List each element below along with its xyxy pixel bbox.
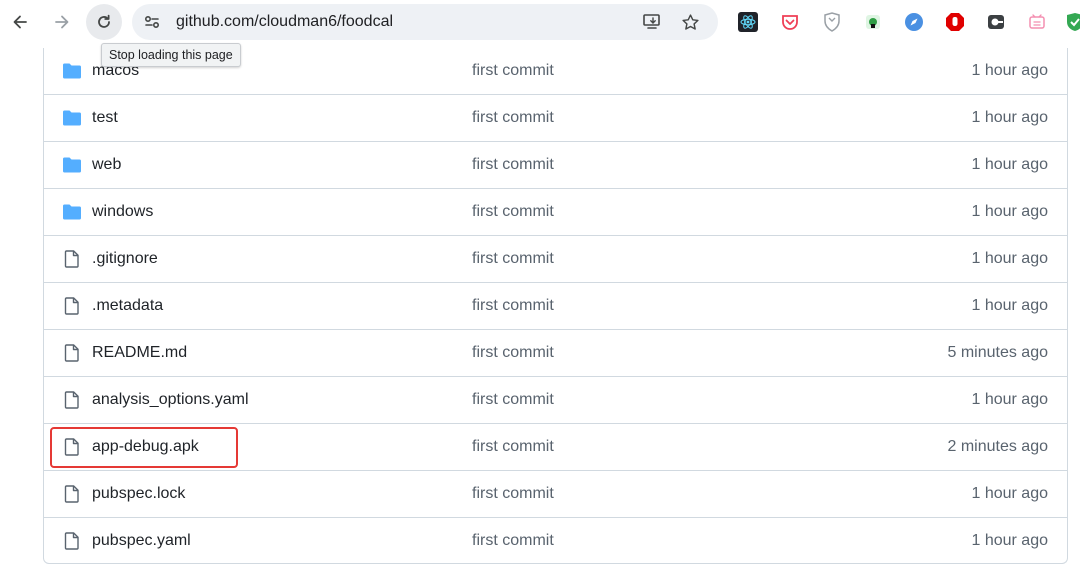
url-text[interactable]: github.com/cloudman6/foodcal xyxy=(176,13,393,31)
back-button[interactable] xyxy=(6,8,34,36)
file-name-link[interactable]: test xyxy=(92,109,118,127)
file-row[interactable]: .gitignore first commit 1 hour ago xyxy=(44,236,1067,283)
file-row[interactable]: pubspec.yaml first commit 1 hour ago xyxy=(44,518,1067,565)
file-icon xyxy=(64,391,79,409)
commit-age: 2 minutes ago xyxy=(947,438,1048,455)
file-icon xyxy=(64,344,79,362)
commit-age: 1 hour ago xyxy=(971,156,1048,173)
green-puzzle-icon[interactable] xyxy=(862,11,884,33)
file-icon xyxy=(64,250,79,268)
file-name-link[interactable]: pubspec.yaml xyxy=(92,532,191,550)
file-name-link[interactable]: README.md xyxy=(92,344,187,362)
commit-age: 5 minutes ago xyxy=(947,344,1048,361)
commit-message-link[interactable]: first commit xyxy=(472,485,554,503)
folder-icon xyxy=(63,204,81,220)
file-row[interactable]: analysis_options.yaml first commit 1 hour … xyxy=(44,377,1067,424)
react-devtools-icon[interactable] xyxy=(737,11,759,33)
address-bar[interactable]: github.com/cloudman6/foodcal xyxy=(132,4,718,40)
reload-icon xyxy=(98,14,110,28)
pocket-icon[interactable] xyxy=(779,11,801,33)
file-name-link[interactable]: web xyxy=(92,156,121,174)
shield-extension-icon[interactable] xyxy=(821,11,843,33)
green-check-icon[interactable] xyxy=(1064,11,1080,33)
file-list: macos first commit 1 hour ago test first com… xyxy=(43,48,1068,564)
pink-extension-icon[interactable] xyxy=(1026,11,1048,33)
file-name-link[interactable]: analysis_options.yaml xyxy=(92,391,249,409)
commit-age: 1 hour ago xyxy=(971,485,1048,502)
tune-icon xyxy=(144,15,160,29)
folder-icon xyxy=(63,157,81,173)
forward-button[interactable] xyxy=(48,8,76,36)
commit-message-link[interactable]: first commit xyxy=(472,297,554,315)
file-name-link[interactable]: windows xyxy=(92,203,153,221)
gray-extension-icon[interactable] xyxy=(985,11,1007,33)
file-icon xyxy=(64,485,79,503)
monitor-install-icon xyxy=(643,14,660,29)
stop-loading-tooltip: Stop loading this page xyxy=(101,43,241,67)
commit-message-link[interactable]: first commit xyxy=(472,250,554,268)
forward-arrow-icon xyxy=(55,15,69,29)
file-icon xyxy=(64,532,79,550)
back-arrow-icon xyxy=(13,15,27,29)
commit-age: 1 hour ago xyxy=(971,532,1048,549)
commit-age: 1 hour ago xyxy=(971,391,1048,408)
file-name-link[interactable]: .metadata xyxy=(92,297,163,315)
site-info-button[interactable] xyxy=(142,12,162,32)
bookmark-button[interactable] xyxy=(680,12,700,32)
commit-age: 1 hour ago xyxy=(971,62,1048,79)
commit-message-link[interactable]: first commit xyxy=(472,344,554,362)
highlight-box xyxy=(50,427,238,468)
file-row[interactable]: web first commit 1 hour ago xyxy=(44,142,1067,189)
compass-icon[interactable] xyxy=(903,11,925,33)
star-icon xyxy=(681,13,699,30)
folder-icon xyxy=(63,63,81,79)
commit-message-link[interactable]: first commit xyxy=(472,156,554,174)
file-icon xyxy=(64,297,79,315)
file-row[interactable]: pubspec.lock first commit 1 hour ago xyxy=(44,471,1067,518)
commit-message-link[interactable]: first commit xyxy=(472,62,554,80)
file-name-link[interactable]: .gitignore xyxy=(92,250,158,268)
commit-message-link[interactable]: first commit xyxy=(472,438,554,456)
file-row[interactable]: test first commit 1 hour ago xyxy=(44,95,1067,142)
file-row[interactable]: .metadata first commit 1 hour ago xyxy=(44,283,1067,330)
reload-button[interactable] xyxy=(86,4,122,40)
file-row[interactable]: README.md first commit 5 minutes ago xyxy=(44,330,1067,377)
folder-icon xyxy=(63,110,81,126)
commit-age: 1 hour ago xyxy=(971,203,1048,220)
file-row[interactable]: windows first commit 1 hour ago xyxy=(44,189,1067,236)
browser-toolbar: github.com/cloudman6/foodcal xyxy=(0,0,1080,44)
file-name-link[interactable]: pubspec.lock xyxy=(92,485,185,503)
commit-message-link[interactable]: first commit xyxy=(472,109,554,127)
stop-hand-icon[interactable] xyxy=(944,11,966,33)
install-app-button[interactable] xyxy=(642,12,662,32)
commit-message-link[interactable]: first commit xyxy=(472,391,554,409)
commit-age: 1 hour ago xyxy=(971,297,1048,314)
commit-message-link[interactable]: first commit xyxy=(472,203,554,221)
commit-age: 1 hour ago xyxy=(971,109,1048,126)
commit-age: 1 hour ago xyxy=(971,250,1048,267)
commit-message-link[interactable]: first commit xyxy=(472,532,554,550)
